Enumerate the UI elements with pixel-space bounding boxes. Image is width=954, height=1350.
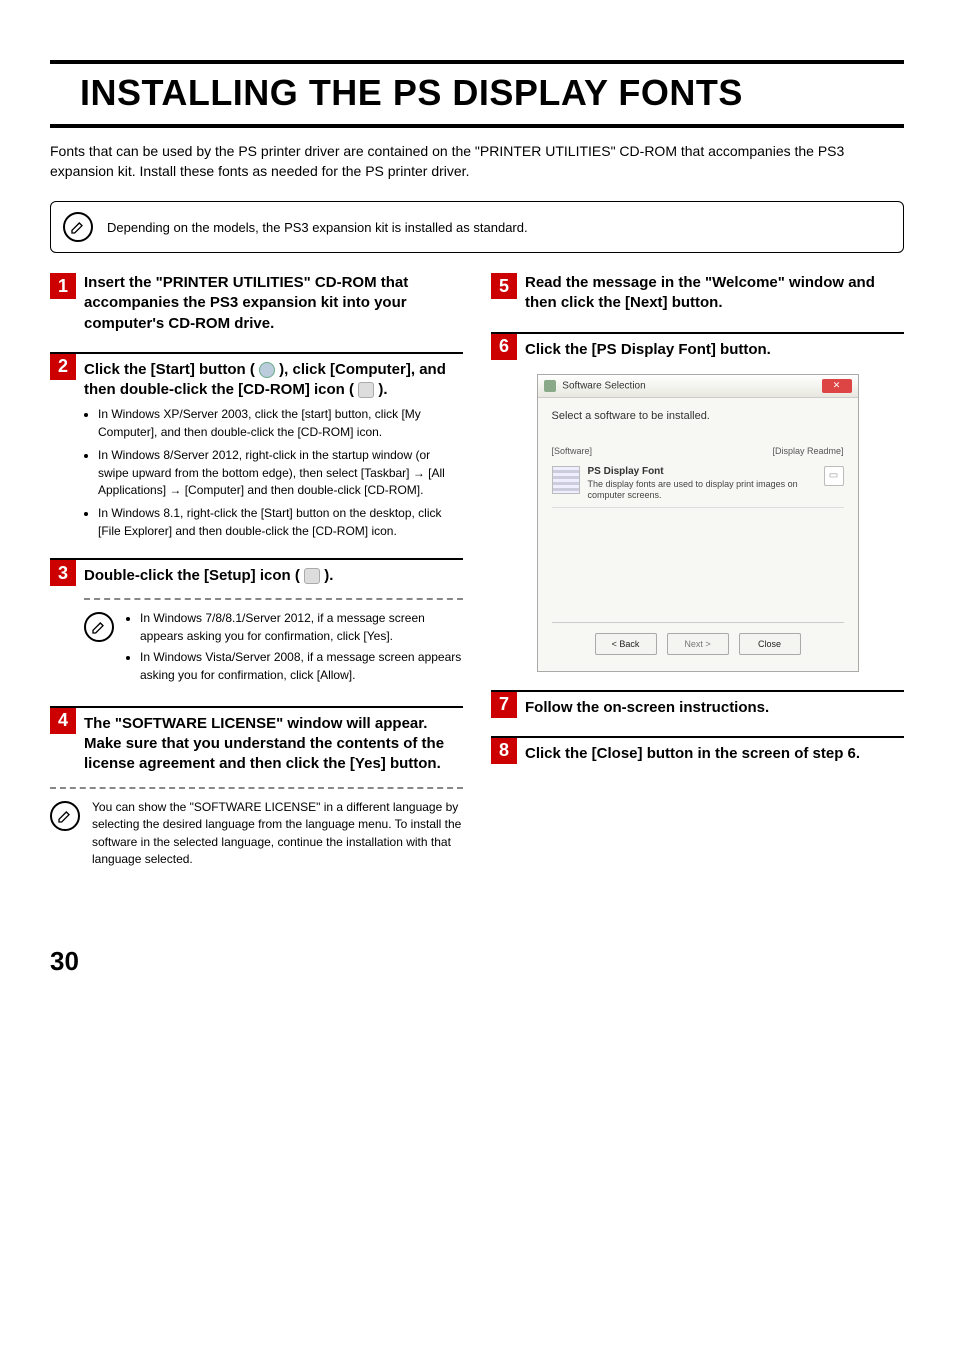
window-app-icon xyxy=(544,380,556,392)
page-title: INSTALLING THE PS DISPLAY FONTS xyxy=(80,72,904,114)
step-4-title: The "SOFTWARE LICENSE" window will appea… xyxy=(84,714,463,775)
back-button[interactable]: < Back xyxy=(595,633,657,655)
step-3-title: Double-click the [Setup] icon ( ). xyxy=(84,566,333,586)
software-item-name: PS Display Font xyxy=(588,466,816,477)
software-item-ps-display-font[interactable]: PS Display Font The display fonts are us… xyxy=(552,460,844,508)
step-4-note: You can show the "SOFTWARE LICENSE" in a… xyxy=(92,799,463,869)
step-2-bullet: In Windows 8.1, right-click the [Start] … xyxy=(98,505,463,540)
software-item-desc: The display fonts are used to display pr… xyxy=(588,479,816,501)
pencil-note-icon xyxy=(84,612,114,642)
step-number: 6 xyxy=(491,334,517,360)
step-2-title: Click the [Start] button ( ), click [Com… xyxy=(84,360,463,401)
step-3-title-a: Double-click the [Setup] icon ( xyxy=(84,567,300,584)
next-button: Next > xyxy=(667,633,729,655)
dialog-col-readme: [Display Readme] xyxy=(772,446,843,456)
step-number: 3 xyxy=(50,560,76,586)
dialog-title: Software Selection xyxy=(562,381,645,392)
setup-icon xyxy=(304,568,320,584)
page-number: 30 xyxy=(50,946,904,977)
top-note-box: Depending on the models, the PS3 expansi… xyxy=(50,201,904,253)
step-7-title: Follow the on-screen instructions. xyxy=(525,698,769,718)
dialog-col-software: [Software] xyxy=(552,446,593,456)
software-item-icon xyxy=(552,466,580,494)
step-number: 5 xyxy=(491,273,517,299)
step-number: 8 xyxy=(491,738,517,764)
intro-text: Fonts that can be used by the PS printer… xyxy=(50,142,904,181)
step-3-note-bullet: In Windows 7/8/8.1/Server 2012, if a mes… xyxy=(140,610,463,645)
close-icon[interactable]: ✕ xyxy=(822,379,852,393)
step-8-title: Click the [Close] button in the screen o… xyxy=(525,744,860,764)
display-readme-button[interactable]: ▭ xyxy=(824,466,844,486)
step-1-title: Insert the "PRINTER UTILITIES" CD-ROM th… xyxy=(84,273,463,334)
pencil-note-icon xyxy=(63,212,93,242)
step-3-note-bullet: In Windows Vista/Server 2008, if a messa… xyxy=(140,649,463,684)
software-selection-dialog: Software Selection ✕ Select a software t… xyxy=(537,374,859,672)
step-number: 2 xyxy=(50,354,76,380)
step-number: 4 xyxy=(50,708,76,734)
step-number: 7 xyxy=(491,692,517,718)
step-2-bullet: In Windows 8/Server 2012, right-click in… xyxy=(98,447,463,499)
dialog-instruction: Select a software to be installed. xyxy=(552,410,844,422)
top-note-text: Depending on the models, the PS3 expansi… xyxy=(107,220,528,235)
step-2-title-c: ). xyxy=(378,381,387,398)
step-3-title-b: ). xyxy=(324,567,333,584)
start-button-icon xyxy=(259,362,275,378)
step-2-title-a: Click the [Start] button ( xyxy=(84,361,255,378)
pencil-note-icon xyxy=(50,801,80,831)
dialog-titlebar: Software Selection ✕ xyxy=(538,375,858,398)
step-5-title: Read the message in the "Welcome" window… xyxy=(525,273,904,314)
close-button[interactable]: Close xyxy=(739,633,801,655)
cdrom-disc-icon xyxy=(358,382,374,398)
step-2-bullet: In Windows XP/Server 2003, click the [st… xyxy=(98,406,463,441)
step-6-title: Click the [PS Display Font] button. xyxy=(525,340,771,360)
step-number: 1 xyxy=(50,273,76,299)
